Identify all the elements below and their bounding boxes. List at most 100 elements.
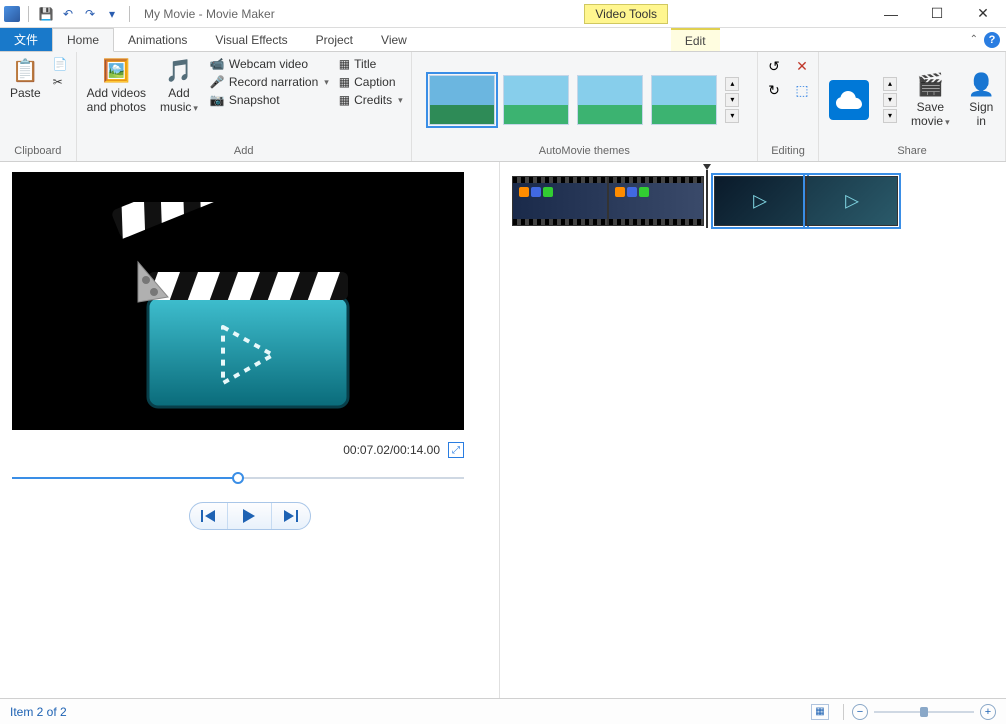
caption-icon: ▦ <box>339 75 350 89</box>
automovie-scroll-up[interactable]: ▴ <box>725 77 739 91</box>
timeline-row: ▷ ▷ <box>512 174 994 228</box>
tab-view[interactable]: View <box>367 28 421 51</box>
playhead[interactable] <box>706 170 708 228</box>
credits-icon: ▦ <box>339 93 350 107</box>
group-share: ▴ ▾ ▾ 🎬 Save movie▾ 👤 Sign in Share <box>819 52 1006 161</box>
sign-in-button[interactable]: 👤 Sign in <box>964 70 999 130</box>
play-button[interactable] <box>228 503 272 529</box>
group-automovie: ▴ ▾ ▾ AutoMovie themes <box>412 52 758 161</box>
credits-button[interactable]: ▦Credits▾ <box>337 92 405 108</box>
automovie-theme-1[interactable] <box>429 75 495 125</box>
timeline-clip-1b[interactable] <box>608 176 704 226</box>
group-clipboard-label: Clipboard <box>6 143 70 159</box>
copy-button[interactable]: 📄 <box>51 56 70 72</box>
onedrive-button[interactable] <box>825 78 873 122</box>
share-scroll-down[interactable]: ▾ <box>883 93 897 107</box>
automovie-theme-4[interactable] <box>651 75 717 125</box>
timeline-clip-2b[interactable]: ▷ <box>806 176 898 226</box>
onedrive-icon <box>829 80 869 120</box>
sign-in-label: Sign in <box>969 100 993 128</box>
tab-file[interactable]: 文件 <box>0 28 52 51</box>
contextual-tab-video-tools[interactable]: Video Tools <box>584 4 668 24</box>
help-icon[interactable]: ? <box>984 32 1000 48</box>
group-editing-label: Editing <box>764 143 812 159</box>
qat-undo-icon[interactable]: ↶ <box>59 5 77 23</box>
automovie-expand[interactable]: ▾ <box>725 109 739 123</box>
close-button[interactable]: ✕ <box>960 0 1006 28</box>
ribbon: 📋 Paste 📄 ✂ Clipboard 🖼️ Add videos and … <box>0 52 1006 162</box>
save-movie-label: Save movie▾ <box>911 100 950 128</box>
clip-play-icon: ▷ <box>753 191 767 212</box>
maximize-button[interactable]: ☐ <box>914 0 960 28</box>
tab-animations[interactable]: Animations <box>114 28 201 51</box>
select-all-button[interactable]: ⬚ <box>792 80 812 100</box>
seek-bar[interactable] <box>12 472 464 484</box>
timeline-pane[interactable]: ▷ ▷ <box>500 162 1006 698</box>
paste-button[interactable]: 📋 Paste <box>6 56 45 102</box>
snapshot-button[interactable]: 📷Snapshot <box>208 92 331 108</box>
group-share-label: Share <box>825 143 999 159</box>
seek-thumb[interactable] <box>232 472 244 484</box>
webcam-icon: 📹 <box>210 57 225 71</box>
add-music-button[interactable]: 🎵 Add music▾ <box>156 56 202 116</box>
music-icon: 🎵 <box>165 58 192 84</box>
save-movie-button[interactable]: 🎬 Save movie▾ <box>907 70 954 130</box>
group-editing: ↺ ✕ ↻ ⬚ Editing <box>758 52 819 161</box>
rotate-right-button[interactable]: ↻ <box>764 80 784 100</box>
tab-visual-effects[interactable]: Visual Effects <box>201 28 301 51</box>
preview-pane: 00:07.02/00:14.00 ⤢ <box>0 162 500 698</box>
automovie-scroll-down[interactable]: ▾ <box>725 93 739 107</box>
tab-project[interactable]: Project <box>302 28 367 51</box>
qat-customize-icon[interactable]: ▾ <box>103 5 121 23</box>
next-frame-button[interactable] <box>272 503 310 529</box>
caption-button[interactable]: ▦Caption <box>337 74 405 90</box>
status-item-count: Item 2 of 2 <box>10 705 67 719</box>
prev-frame-button[interactable] <box>190 503 228 529</box>
app-icon <box>4 6 20 22</box>
minimize-button[interactable]: — <box>868 0 914 28</box>
zoom-out-button[interactable]: − <box>852 704 868 720</box>
share-scroll-up[interactable]: ▴ <box>883 77 897 91</box>
fullscreen-button[interactable]: ⤢ <box>448 442 464 458</box>
record-narration-button[interactable]: 🎤Record narration▾ <box>208 74 331 90</box>
group-add-label: Add <box>83 143 405 159</box>
title-button[interactable]: ▦Title <box>337 56 405 72</box>
save-movie-icon: 🎬 <box>917 72 944 98</box>
group-automovie-label: AutoMovie themes <box>418 143 751 159</box>
delete-button[interactable]: ✕ <box>792 56 812 76</box>
clip-play-icon: ▷ <box>845 191 859 212</box>
zoom-thumb[interactable] <box>920 707 928 717</box>
group-clipboard: 📋 Paste 📄 ✂ Clipboard <box>0 52 77 161</box>
add-videos-photos-button[interactable]: 🖼️ Add videos and photos <box>83 56 150 116</box>
add-music-label: Add music▾ <box>160 86 198 114</box>
playback-controls <box>189 502 311 530</box>
automovie-theme-3[interactable] <box>577 75 643 125</box>
qat-save-icon[interactable]: 💾 <box>37 5 55 23</box>
webcam-video-button[interactable]: 📹Webcam video <box>208 56 331 72</box>
ribbon-collapse-icon[interactable]: ⌃ <box>970 34 978 45</box>
zoom-in-button[interactable]: + <box>980 704 996 720</box>
view-thumbnails-button[interactable]: ▦ <box>811 704 829 720</box>
qat-redo-icon[interactable]: ↷ <box>81 5 99 23</box>
tab-home[interactable]: Home <box>52 28 114 52</box>
microphone-icon: 🎤 <box>210 75 225 89</box>
timeline-clip-2a[interactable]: ▷ <box>714 176 806 226</box>
camera-icon: 📷 <box>210 93 225 107</box>
zoom-slider[interactable] <box>874 711 974 713</box>
status-bar: Item 2 of 2 ▦ − + <box>0 698 1006 724</box>
preview-video[interactable] <box>12 172 464 430</box>
share-expand[interactable]: ▾ <box>883 109 897 123</box>
paste-label: Paste <box>10 86 41 100</box>
timeline-clip-1a[interactable] <box>512 176 608 226</box>
cut-button[interactable]: ✂ <box>51 74 70 90</box>
automovie-theme-2[interactable] <box>503 75 569 125</box>
clipboard-icon: 📋 <box>12 58 39 84</box>
window-title: My Movie - Movie Maker <box>144 7 275 21</box>
tab-edit[interactable]: Edit <box>671 28 720 51</box>
time-display: 00:07.02/00:14.00 <box>343 443 440 457</box>
photos-icon: 🖼️ <box>103 58 130 84</box>
group-add: 🖼️ Add videos and photos 🎵 Add music▾ 📹W… <box>77 52 412 161</box>
rotate-left-button[interactable]: ↺ <box>764 56 784 76</box>
title-icon: ▦ <box>339 57 350 71</box>
main-area: 00:07.02/00:14.00 ⤢ <box>0 162 1006 698</box>
